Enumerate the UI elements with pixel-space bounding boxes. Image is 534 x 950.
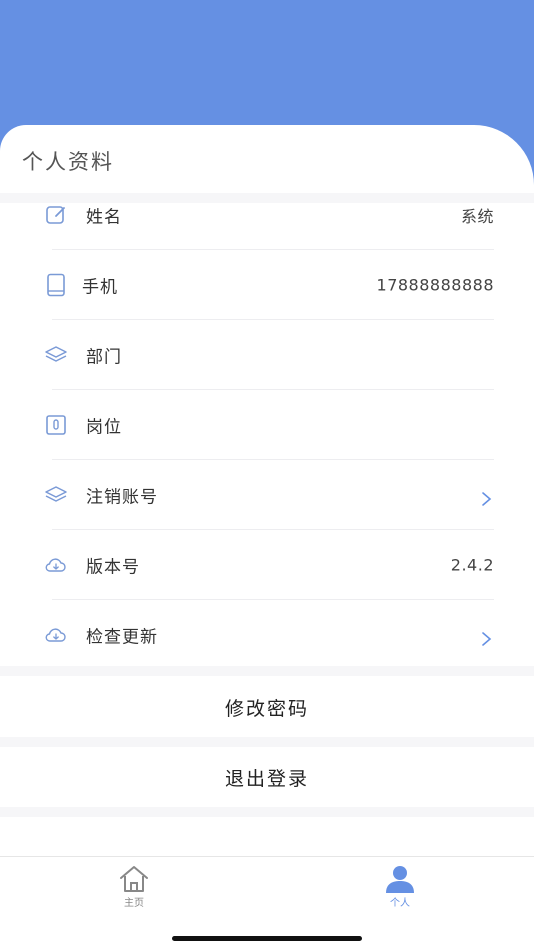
row-label: 手机 bbox=[82, 277, 118, 298]
row-value: 2.4.2 bbox=[450, 555, 494, 575]
cloud-download-icon bbox=[45, 558, 66, 572]
cloud-download-icon bbox=[45, 628, 66, 642]
row-name: 姓名 系统 bbox=[0, 180, 534, 250]
row-label: 姓名 bbox=[86, 207, 122, 228]
row-value: 17888888888 bbox=[376, 275, 494, 295]
row-deregister-account[interactable]: 注销账号 bbox=[0, 460, 534, 530]
badge-icon bbox=[46, 415, 66, 435]
layers-icon bbox=[45, 346, 67, 362]
tab-profile[interactable]: 个人 bbox=[370, 865, 430, 915]
section-divider bbox=[0, 807, 534, 817]
tab-profile-label: 个人 bbox=[390, 898, 410, 909]
layers-icon bbox=[45, 486, 67, 502]
row-label: 版本号 bbox=[86, 557, 140, 578]
section-divider bbox=[0, 666, 534, 676]
row-position: 岗位 bbox=[0, 390, 534, 460]
page-title: 个人资料 bbox=[22, 150, 114, 174]
logout-button[interactable]: 退出登录 bbox=[0, 747, 534, 807]
row-department: 部门 bbox=[0, 320, 534, 390]
row-phone: 手机 17888888888 bbox=[0, 250, 534, 320]
tab-home[interactable]: 主页 bbox=[104, 865, 164, 915]
chevron-right-icon bbox=[482, 492, 492, 506]
home-icon bbox=[120, 866, 148, 892]
row-value: 系统 bbox=[460, 207, 494, 226]
tab-home-label: 主页 bbox=[124, 898, 144, 909]
person-icon bbox=[386, 866, 414, 893]
section-divider bbox=[0, 737, 534, 747]
row-check-update[interactable]: 检查更新 bbox=[0, 600, 534, 670]
home-indicator bbox=[172, 936, 362, 941]
row-label: 部门 bbox=[86, 347, 122, 368]
chevron-right-icon bbox=[482, 632, 492, 646]
row-label: 岗位 bbox=[86, 417, 122, 438]
phone-icon bbox=[47, 273, 65, 297]
change-password-button[interactable]: 修改密码 bbox=[0, 677, 534, 737]
row-label: 检查更新 bbox=[86, 627, 158, 648]
row-version: 版本号 2.4.2 bbox=[0, 530, 534, 600]
edit-icon bbox=[46, 206, 65, 224]
row-label: 注销账号 bbox=[86, 487, 158, 508]
